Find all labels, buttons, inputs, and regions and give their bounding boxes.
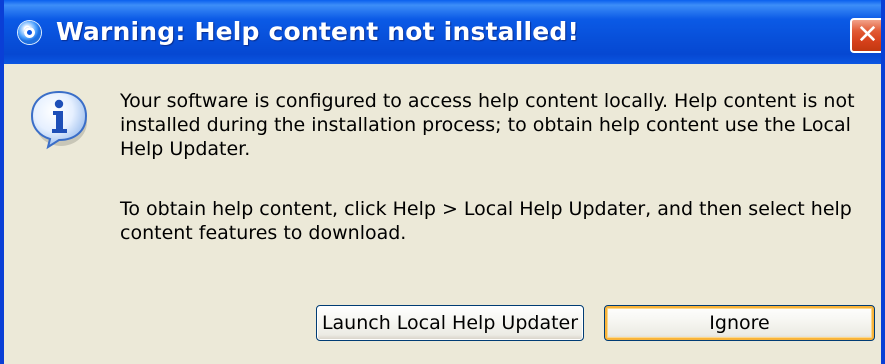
app-icon [18, 21, 41, 44]
info-icon [30, 90, 88, 150]
ignore-button[interactable]: Ignore [604, 305, 875, 341]
message-paragraph-2: To obtain help content, click Help > Loc… [120, 198, 852, 244]
launch-local-help-updater-button[interactable]: Launch Local Help Updater [316, 305, 584, 341]
window-title: Warning: Help content not installed! [56, 17, 580, 46]
close-icon: ✕ [856, 20, 879, 50]
warning-dialog: Warning: Help content not installed! ✕ Y… [0, 0, 885, 364]
message-paragraph-1: Your software is configured to access he… [120, 90, 855, 160]
close-button[interactable]: ✕ [850, 18, 881, 53]
title-bar[interactable]: Warning: Help content not installed! ✕ [4, 0, 881, 64]
